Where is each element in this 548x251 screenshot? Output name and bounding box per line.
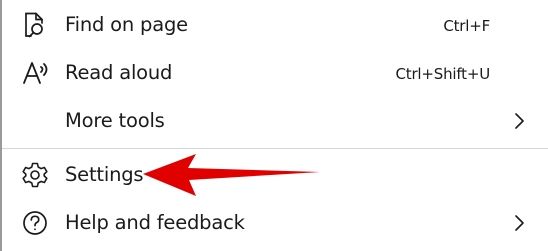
menu-divider bbox=[2, 148, 548, 149]
read-aloud-icon bbox=[20, 58, 50, 88]
find-on-page-icon bbox=[20, 10, 50, 40]
find-on-page-label: Find on page bbox=[65, 13, 188, 36]
settings-label: Settings bbox=[65, 163, 144, 186]
gear-icon bbox=[20, 160, 50, 190]
read-aloud-shortcut: Ctrl+Shift+U bbox=[395, 65, 491, 83]
chevron-right-icon bbox=[511, 112, 527, 130]
find-on-page-shortcut: Ctrl+F bbox=[443, 17, 490, 35]
menu-item-settings[interactable]: Settings bbox=[2, 151, 548, 199]
menu-item-find-on-page[interactable]: Find on page Ctrl+F bbox=[2, 1, 548, 49]
read-aloud-label: Read aloud bbox=[65, 61, 173, 84]
menu-item-read-aloud[interactable]: Read aloud Ctrl+Shift+U bbox=[2, 49, 548, 97]
help-and-feedback-label: Help and feedback bbox=[65, 211, 245, 234]
menu-item-more-tools[interactable]: More tools bbox=[2, 97, 548, 145]
browser-settings-menu: Find on page Ctrl+F Read aloud Ctrl+Shif… bbox=[2, 0, 548, 251]
menu-item-help-and-feedback[interactable]: Help and feedback bbox=[2, 199, 548, 247]
question-circle-icon bbox=[20, 208, 50, 238]
more-tools-label: More tools bbox=[65, 109, 165, 132]
chevron-right-icon bbox=[511, 214, 527, 232]
